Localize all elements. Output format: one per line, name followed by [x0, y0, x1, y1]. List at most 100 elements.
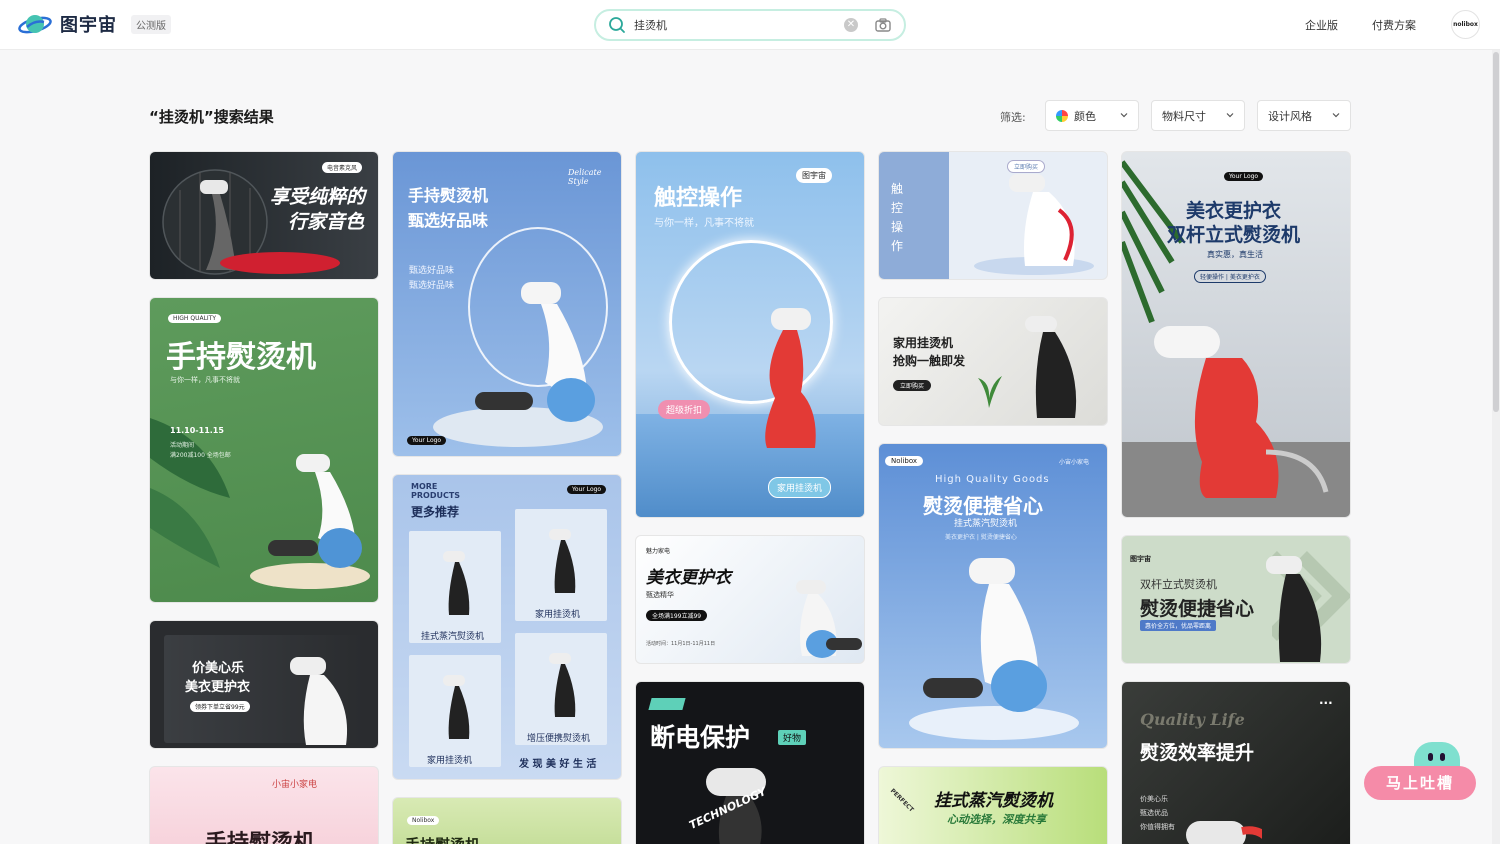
card-brand: Nolibox: [407, 816, 440, 825]
product-label: 挂式蒸汽熨烫机: [421, 632, 485, 642]
steamer-product: [796, 580, 862, 658]
card-brand: 小宙小家电: [272, 780, 318, 790]
card-subtitle: 与你一样，凡事不将就: [654, 218, 754, 229]
card-title: 双杆立式熨烫机: [1140, 578, 1217, 591]
buy-button[interactable]: 立即购买: [1007, 160, 1046, 173]
card-list-item: 甄选优品: [1140, 809, 1168, 817]
card-title: 双杆立式熨烫机: [1167, 224, 1301, 246]
card-title: 手持熨烫机: [405, 834, 480, 844]
steamer-product: [1025, 316, 1077, 418]
card-title: 手持熨烫机: [205, 830, 316, 844]
card-title: 熨烫便捷省心: [923, 494, 1043, 518]
card-pill: 家用挂烫机: [768, 477, 832, 498]
buy-button[interactable]: 立即购买: [893, 380, 932, 391]
steamer-product: [1154, 326, 1329, 498]
card-badge: 好物: [778, 730, 807, 745]
card-corner-tag: PERFECT: [888, 787, 915, 814]
card-badge: 惠价全方位，优品零距离: [1140, 620, 1217, 631]
card-note: 活动期间: [170, 442, 195, 449]
card-logo: Your Logo: [567, 485, 607, 494]
template-card[interactable]: 电音素克风 享受纯粹的 行家音色: [149, 151, 379, 280]
steamer-product: [443, 551, 470, 615]
card-tag: 电音素克风: [322, 162, 363, 173]
card-note: 满200减100 全场包邮: [170, 452, 231, 459]
template-card[interactable]: HIGH QUALITY 手持熨烫机 与你一样，凡事不将就 11.10-11.1…: [149, 297, 379, 603]
card-title: 触控操作: [654, 186, 743, 211]
planet-logo-icon: [18, 15, 52, 34]
card-title: 家用挂烫机: [893, 336, 954, 350]
template-card[interactable]: Nolibox 小宙小家电 High Quality Goods 熨烫便捷省心 …: [878, 443, 1108, 749]
card-title: 手持熨烫机: [166, 340, 316, 375]
logo-text: 图宇宙: [60, 15, 117, 36]
steamer-product: [443, 675, 470, 739]
logo[interactable]: 图宇宙 公测版: [18, 10, 171, 38]
nav-pricing[interactable]: 付费方案: [1372, 17, 1416, 33]
card-subtitle: 真实惠，真生活: [1207, 250, 1263, 259]
top-bar: 图宇宙 公测版 ✕ 企业版 付费方案 nolibox: [0, 0, 1500, 50]
card-subtitle: 美衣更护衣 | 熨烫便捷省心: [945, 534, 1017, 541]
card-footer: 发 现 美 好 生 活: [519, 759, 597, 770]
card-title: 美衣更护衣: [646, 568, 731, 588]
card-date: 活动时间：11月1日-11月11日: [646, 641, 716, 647]
steamer-product: [1186, 821, 1262, 844]
filter-style[interactable]: 设计风格: [1257, 100, 1351, 131]
template-card[interactable]: ··· Quality Life 熨烫效率提升 价美心乐 甄选优品 你值得拥有: [1121, 681, 1351, 844]
template-card[interactable]: 价美心乐 美衣更护衣 领券下单立省99元: [149, 620, 379, 749]
product-label: 增压便携熨烫机: [527, 734, 591, 744]
card-brand: 魅力家电: [646, 548, 671, 555]
card-title: 抢购一触即发: [893, 354, 966, 368]
nav-enterprise[interactable]: 企业版: [1305, 17, 1338, 33]
template-card[interactable]: Your Logo 美衣更护衣 双杆立式熨烫机 真实惠，真生活 轻便操作 | 美…: [1121, 151, 1351, 518]
card-tag: HIGH QUALITY: [168, 314, 222, 323]
template-card[interactable]: 魅力家电 美衣更护衣 甄选精华 全场满199立减99 活动时间：11月1日-11…: [635, 535, 865, 664]
filter-color-label: 颜色: [1074, 109, 1096, 123]
template-card[interactable]: 家用挂烫机 抢购一触即发 立即购买: [878, 297, 1108, 426]
card-en-title: PRODUCTS: [411, 491, 461, 500]
card-badge: 领券下单立省99元: [190, 701, 250, 712]
camera-search-icon[interactable]: [874, 16, 892, 34]
template-card[interactable]: MORE PRODUCTS 更多推荐 Your Logo 家用挂烫机 挂式蒸汽熨…: [392, 474, 622, 780]
search-input[interactable]: [634, 18, 834, 32]
red-stage: [220, 252, 340, 274]
card-title: 挂式蒸汽熨烫机: [934, 791, 1053, 811]
card-title: 更多推荐: [411, 505, 460, 519]
card-vertical-title: 触控操作: [891, 182, 904, 253]
filter-size[interactable]: 物料尺寸: [1151, 100, 1245, 131]
template-card[interactable]: 触控操作 与你一样，凡事不将就 图宇宙 超级折扣 家用挂烫机: [635, 151, 865, 518]
feedback-button[interactable]: 马上吐槽: [1364, 766, 1476, 800]
card-subtitle: 心动选择，深度共享: [947, 813, 1046, 826]
search-bar[interactable]: ✕: [594, 9, 906, 41]
avatar[interactable]: nolibox: [1451, 10, 1480, 39]
steamer-product: [923, 558, 1047, 712]
template-card[interactable]: Delicate Style 手持熨烫机 甄选好品味 甄选好品味 甄选好品味 Y…: [392, 151, 622, 457]
scrollbar-thumb[interactable]: [1493, 52, 1499, 412]
card-logo: Your Logo: [1224, 172, 1264, 181]
filter-color[interactable]: 颜色: [1045, 100, 1139, 131]
card-title: 行家音色: [288, 211, 365, 233]
clear-search-icon[interactable]: ✕: [844, 18, 858, 32]
card-brand: 图宇宙: [796, 168, 832, 183]
template-card[interactable]: 小宙小家电 手持熨烫机: [149, 766, 379, 844]
page-scrollbar[interactable]: [1492, 50, 1500, 844]
chevron-down-icon: [1120, 113, 1128, 118]
more-icon[interactable]: ···: [1319, 696, 1333, 710]
steamer-product: [290, 657, 348, 745]
template-card[interactable]: 图宇宙 双杆立式熨烫机 熨烫便捷省心 惠价全方位，优品零距离: [1121, 535, 1351, 664]
brand-mark: [648, 698, 686, 710]
card-subtitle: 甄选好品味: [409, 266, 455, 276]
steamer-product: [549, 529, 576, 593]
template-card[interactable]: Nolibox 手持熨烫机: [392, 797, 622, 844]
card-script: Delicate Style: [568, 168, 602, 186]
card-list-item: 你值得拥有: [1140, 823, 1175, 831]
template-card[interactable]: 断电保护 好物 TECHNOLOGY: [635, 681, 865, 844]
filter-style-label: 设计风格: [1268, 109, 1312, 123]
card-tag: 小宙小家电: [1059, 459, 1090, 466]
results-title: “挂烫机”搜索结果: [149, 108, 274, 126]
template-card[interactable]: 触控操作 立即购买: [878, 151, 1108, 280]
card-title: 甄选好品味: [408, 211, 489, 230]
feedback-widget[interactable]: 马上吐槽: [1364, 742, 1476, 802]
steamer-product: [268, 454, 362, 568]
template-card[interactable]: PERFECT 挂式蒸汽熨烫机 心动选择，深度共享: [878, 766, 1108, 844]
card-title: 享受纯粹的: [270, 186, 366, 208]
card-en-title: MORE: [411, 482, 438, 491]
